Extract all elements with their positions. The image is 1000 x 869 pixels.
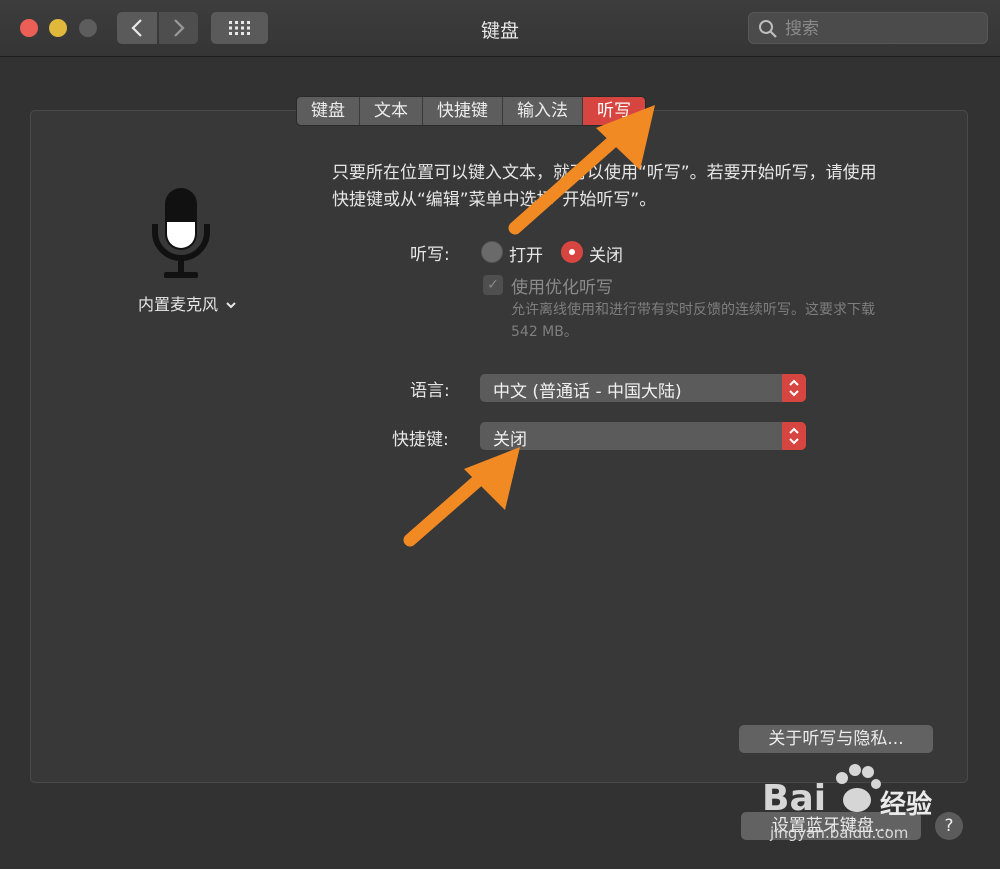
microphone-source-label: 内置麦克风 bbox=[138, 295, 219, 314]
enhanced-dictation-hint: 允许离线使用和进行带有实时反馈的连续听写。这要求下载 542 MB。 bbox=[511, 302, 875, 340]
chevron-down-icon bbox=[226, 302, 236, 309]
search-field[interactable] bbox=[748, 12, 988, 45]
enhanced-dictation-label: 使用优化听写 bbox=[511, 278, 613, 298]
dictation-label: 听写: bbox=[410, 245, 450, 265]
tab-keyboard[interactable]: 键盘 bbox=[297, 97, 360, 125]
search-input[interactable] bbox=[783, 13, 982, 45]
tab-bar: 键盘 文本 快捷键 输入法 听写 bbox=[296, 96, 646, 126]
shortcut-select[interactable]: 关闭 bbox=[480, 422, 806, 450]
enhanced-dictation-checkbox[interactable]: ✓ bbox=[483, 275, 503, 295]
search-icon bbox=[759, 20, 777, 38]
language-label: 语言: bbox=[410, 381, 450, 401]
dictation-description: 只要所在位置可以键入文本，就可以使用“听写”。若要开始听写，请使用快捷键或从“编… bbox=[332, 163, 877, 210]
title-bar: 键盘 bbox=[0, 0, 1000, 57]
watermark-brand: 经验 bbox=[880, 790, 933, 820]
tab-text[interactable]: 文本 bbox=[360, 97, 423, 125]
dictation-off-radio[interactable] bbox=[561, 241, 583, 263]
updown-arrows-icon bbox=[782, 374, 806, 402]
about-dictation-privacy-button[interactable]: 关于听写与隐私... bbox=[739, 725, 933, 753]
watermark-url: jingyan.baidu.com bbox=[770, 824, 909, 842]
language-select[interactable]: 中文 (普通话 - 中国大陆) bbox=[480, 374, 806, 402]
dictation-on-label: 打开 bbox=[509, 246, 543, 266]
dictation-on-radio[interactable] bbox=[481, 241, 503, 263]
updown-arrows-icon bbox=[782, 422, 806, 450]
shortcut-label: 快捷键: bbox=[392, 430, 449, 450]
baidu-paw-logo: Bai bbox=[762, 764, 881, 819]
microphone-source-menu[interactable]: 内置麦克风 bbox=[138, 291, 237, 315]
microphone-icon bbox=[152, 188, 210, 278]
svg-text:Bai: Bai bbox=[762, 778, 826, 819]
tab-shortcuts[interactable]: 快捷键 bbox=[423, 97, 503, 125]
tab-input-sources[interactable]: 输入法 bbox=[503, 97, 583, 125]
language-value: 中文 (普通话 - 中国大陆) bbox=[493, 382, 682, 402]
shortcut-value: 关闭 bbox=[493, 430, 527, 450]
dictation-off-label: 关闭 bbox=[589, 246, 623, 266]
tab-dictation[interactable]: 听写 bbox=[583, 97, 645, 125]
help-button[interactable]: ? bbox=[935, 812, 963, 840]
